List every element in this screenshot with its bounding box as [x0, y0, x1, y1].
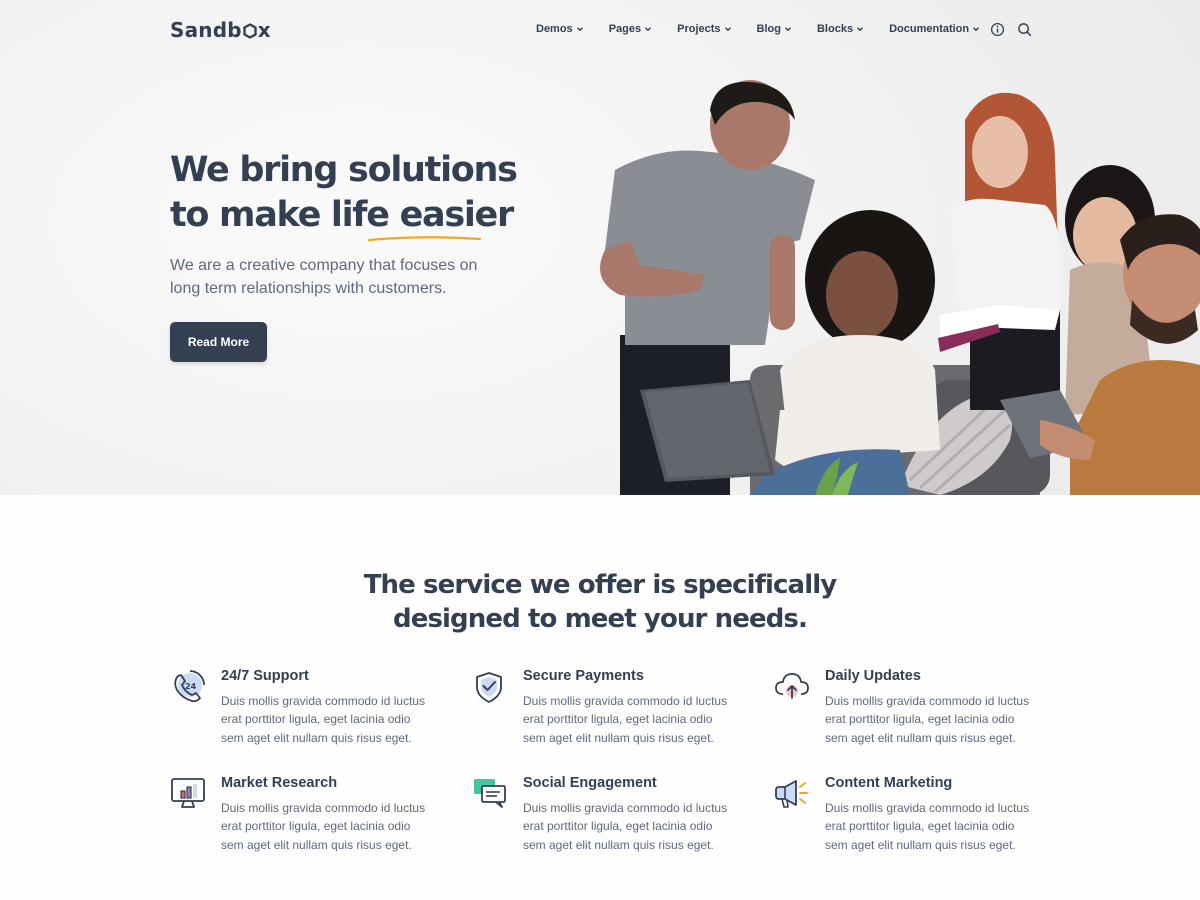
hero-photo — [600, 80, 1200, 495]
hero-section: Sandb x Demos Pages Projects Blog Blocks… — [0, 0, 1200, 495]
brand-name-part1: Sandb — [170, 18, 242, 42]
brand-name-part2: x — [257, 18, 271, 42]
nav-item-label: Documentation — [889, 23, 970, 35]
services-title: The service we offer is specifically des… — [300, 568, 900, 636]
info-icon[interactable] — [990, 22, 1005, 37]
nav-item-documentation[interactable]: Documentation — [889, 21, 980, 37]
chevron-down-icon — [857, 27, 864, 32]
nav-item-blocks[interactable]: Blocks — [817, 21, 864, 37]
services-title-line1: The service we offer is specifically — [363, 570, 837, 600]
highlight-underline — [367, 236, 482, 242]
chevron-down-icon — [645, 27, 652, 32]
service-item-support: 24 24/7 Support Duis mollis gravida comm… — [170, 668, 430, 758]
service-title: Daily Updates — [825, 668, 921, 684]
service-item-secure-payments: Secure Payments Duis mollis gravida comm… — [472, 668, 732, 758]
service-title: 24/7 Support — [221, 668, 309, 684]
cloud-upload-icon — [775, 673, 809, 699]
megaphone-icon — [775, 780, 808, 808]
monitor-chart-icon — [171, 778, 205, 808]
service-text: Duis mollis gravida commodo id luctus er… — [523, 694, 728, 745]
service-text: Duis mollis gravida commodo id luctus er… — [523, 801, 728, 852]
hero-title: We bring solutions to make life easier — [170, 148, 590, 238]
read-more-button[interactable]: Read More — [170, 322, 267, 362]
hexagon-o-icon — [243, 23, 257, 39]
service-item-content-marketing: Content Marketing Duis mollis gravida co… — [774, 775, 1034, 865]
hero-subtitle: We are a creative company that focuses o… — [170, 257, 478, 297]
hero-title-line2-prefix: to make life — [170, 195, 400, 235]
search-icon[interactable] — [1017, 22, 1032, 37]
service-text: Duis mollis gravida commodo id luctus er… — [825, 801, 1030, 852]
service-item-market-research: Market Research Duis mollis gravida comm… — [170, 775, 430, 865]
support-24-icon: 24 — [174, 670, 205, 703]
chat-bubbles-icon — [474, 779, 506, 808]
svg-text:24: 24 — [185, 682, 197, 691]
chevron-down-icon — [576, 27, 583, 32]
nav-item-label: Pages — [608, 23, 642, 35]
services-title-line2: designed to meet your needs. — [393, 604, 808, 634]
nav-item-blog[interactable]: Blog — [757, 21, 792, 37]
brand-logo[interactable]: Sandb x — [170, 16, 271, 44]
nav-links: Demos Pages Projects Blog Blocks Documen… — [536, 21, 1005, 37]
service-title: Secure Payments — [523, 668, 644, 684]
chevron-down-icon — [973, 27, 980, 32]
navbar: Sandb x Demos Pages Projects Blog Blocks… — [0, 0, 1200, 60]
nav-item-demos[interactable]: Demos — [536, 21, 584, 37]
service-title: Social Engagement — [523, 775, 657, 791]
service-text: Duis mollis gravida commodo id luctus er… — [825, 694, 1030, 745]
hero-title-line1: We bring solutions — [170, 150, 518, 190]
chevron-down-icon — [784, 27, 791, 32]
service-item-social-engagement: Social Engagement Duis mollis gravida co… — [472, 775, 732, 865]
nav-item-label: Blocks — [816, 23, 854, 35]
service-text: Duis mollis gravida commodo id luctus er… — [221, 801, 426, 852]
nav-item-label: Demos — [536, 23, 573, 35]
service-item-daily-updates: Daily Updates Duis mollis gravida commod… — [774, 668, 1034, 758]
nav-item-projects[interactable]: Projects — [677, 21, 731, 37]
nav-item-label: Blog — [756, 23, 781, 35]
service-title: Market Research — [221, 775, 338, 791]
nav-item-pages[interactable]: Pages — [609, 21, 652, 37]
nav-icons — [990, 22, 1032, 37]
nav-item-label: Projects — [677, 23, 721, 35]
service-text: Duis mollis gravida commodo id luctus er… — [221, 694, 426, 745]
chevron-down-icon — [724, 27, 731, 32]
shield-check-icon — [476, 672, 502, 703]
service-title: Content Marketing — [825, 775, 953, 791]
